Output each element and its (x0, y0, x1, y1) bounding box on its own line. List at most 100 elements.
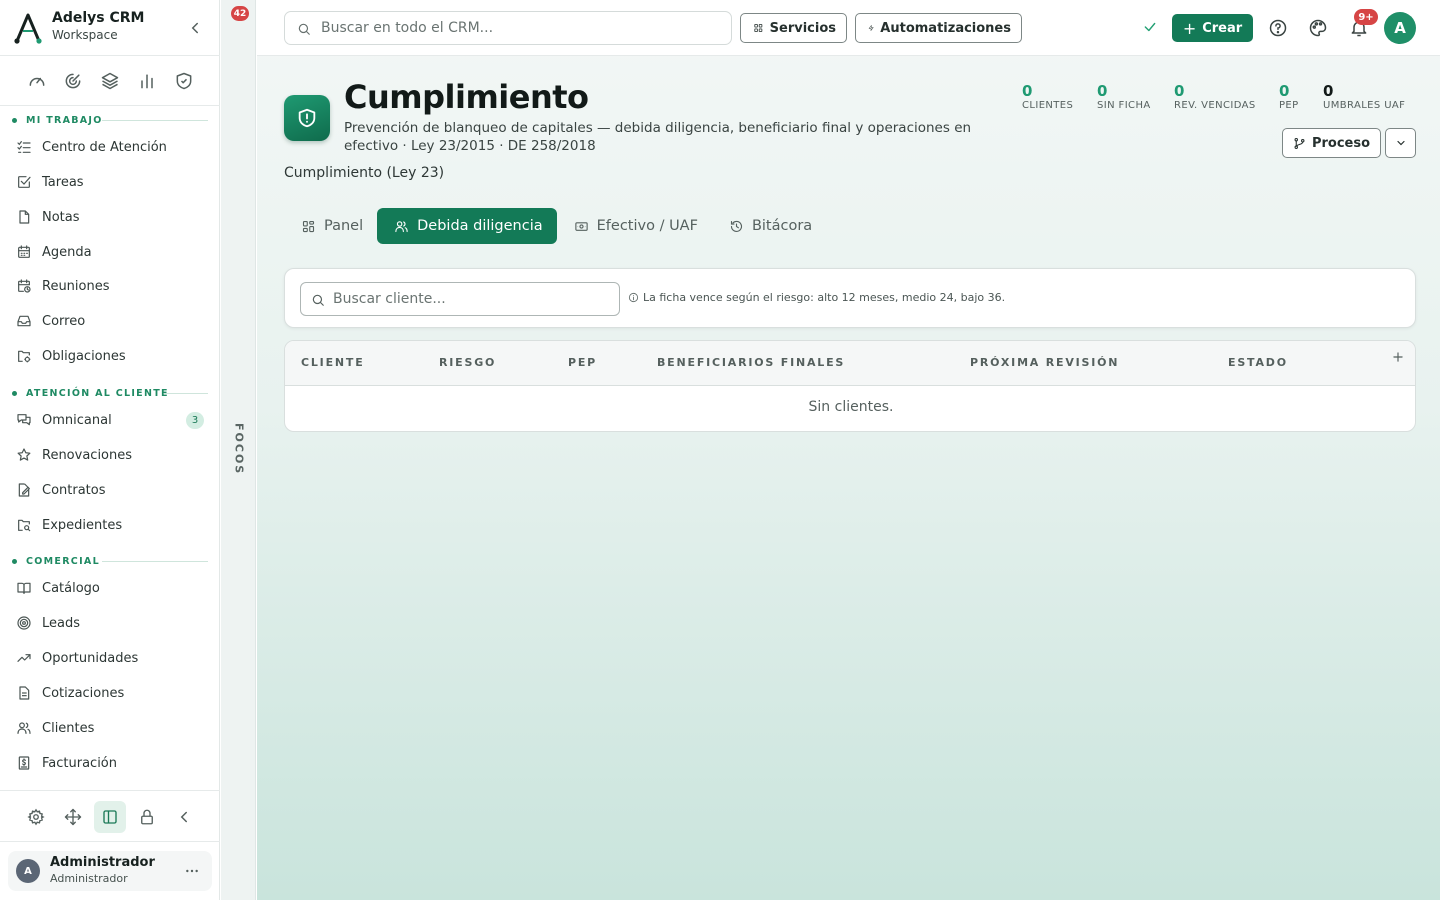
sidebar-item-oportunidades[interactable]: Oportunidades (8, 643, 212, 673)
tab-bitacora[interactable]: Bitácora (712, 208, 826, 244)
quick-access-bar (0, 56, 220, 106)
crear-button[interactable]: + Crear (1172, 14, 1253, 42)
layers-icon[interactable] (100, 71, 120, 91)
book-icon (17, 582, 31, 594)
more-options-icon[interactable] (184, 863, 200, 879)
sidebar-item-correo[interactable]: Correo (8, 306, 212, 336)
sidebar-item-expedientes[interactable]: Expedientes (8, 510, 212, 540)
global-search[interactable] (284, 11, 732, 45)
gauge-icon[interactable] (27, 71, 47, 91)
column-header-estado[interactable]: ESTADO (1228, 356, 1288, 369)
calendar-clock-icon (18, 279, 31, 293)
lock-button[interactable] (131, 801, 163, 833)
target-icon (17, 616, 31, 630)
sidebar-item-label: Contratos (42, 482, 106, 498)
sidebar-item-agenda[interactable]: Agenda (8, 237, 212, 267)
panel-layout-button[interactable] (94, 801, 126, 833)
sidebar-item-label: Omnicanal (42, 412, 112, 428)
stat-value: 0 (1097, 82, 1108, 100)
palette-icon[interactable] (1308, 18, 1328, 38)
stat-label: CLIENTES (1022, 100, 1074, 111)
section-title-comercial: COMERCIAL (12, 554, 100, 568)
sidebar-item-label: Leads (42, 615, 81, 631)
lightning-icon (868, 25, 874, 31)
sidebar-item-reuniones[interactable]: Reuniones (8, 271, 212, 301)
avatar[interactable]: A (1384, 12, 1416, 44)
sidebar-item-centro-atencion[interactable]: Centro de Atención (8, 132, 212, 162)
sidebar-item-label: Centro de Atención (42, 139, 167, 155)
sidebar-item-label: Obligaciones (42, 348, 126, 364)
sidebar-item-label: Agenda (42, 244, 92, 260)
module-icon (284, 95, 330, 141)
brand-logo-icon (14, 13, 42, 44)
sidebar-item-label: Notas (42, 209, 80, 225)
table-header: CLIENTE RIESGO PEP BENEFICIARIOS FINALES… (285, 341, 1415, 386)
brand-subtitle: Workspace (52, 28, 118, 42)
brand-header: Adelys CRM Workspace (0, 0, 220, 56)
stat-value: 0 (1022, 82, 1033, 100)
history-icon (730, 220, 742, 232)
client-search-input[interactable] (333, 283, 613, 315)
clients-table: CLIENTE RIESGO PEP BENEFICIARIOS FINALES… (284, 340, 1416, 432)
omnicanal-count-badge: 3 (186, 412, 204, 429)
search-icon (298, 23, 310, 35)
stat-label: REV. VENCIDAS (1174, 100, 1256, 111)
filter-bar: La ficha vence según el riesgo: alto 12 … (284, 268, 1416, 328)
collapse-sidebar-icon[interactable] (186, 19, 204, 37)
column-header-cliente[interactable]: CLIENTE (301, 356, 365, 369)
sidebar-item-leads[interactable]: Leads (8, 608, 212, 638)
sidebar-item-catalogo[interactable]: Catálogo (8, 573, 212, 603)
bar-chart-icon[interactable] (137, 71, 157, 91)
sidebar-item-label: Correo (42, 313, 86, 329)
servicios-button[interactable]: Servicios (740, 13, 847, 43)
chevron-left-icon (180, 811, 187, 823)
user-profile[interactable]: A Administrador Administrador (8, 851, 212, 891)
list-check-icon (17, 141, 31, 153)
sidebar-item-label: Catálogo (42, 580, 100, 596)
module-tabs: Panel Debida diligencia Efectivo / UAF B… (284, 208, 826, 244)
sidebar-item-omnicanal[interactable]: Omnicanal 3 (8, 405, 212, 435)
sidebar-item-notas[interactable]: Notas (8, 202, 212, 232)
column-header-riesgo[interactable]: RIESGO (439, 356, 496, 369)
sidebar-item-clientes[interactable]: Clientes (8, 713, 212, 743)
stat-value: 0 (1279, 82, 1290, 100)
proceso-dropdown-button[interactable] (1385, 128, 1416, 158)
sidebar-item-contratos[interactable]: Contratos (8, 475, 212, 505)
automatizaciones-button[interactable]: Automatizaciones (855, 13, 1022, 43)
search-input[interactable] (321, 12, 721, 44)
document-icon (19, 686, 30, 700)
sidebar: Adelys CRM Workspace MI TRABAJO Centro d… (0, 0, 220, 900)
settings-button[interactable] (20, 801, 52, 833)
refresh-target-icon[interactable] (63, 71, 83, 91)
tab-debida-diligencia[interactable]: Debida diligencia (377, 208, 557, 244)
sidebar-item-tareas[interactable]: Tareas (8, 167, 212, 197)
column-header-proxima-revision[interactable]: PRÓXIMA REVISIÓN (970, 356, 1119, 369)
client-search[interactable] (300, 282, 620, 316)
sidebar-item-cotizaciones[interactable]: Cotizaciones (8, 678, 212, 708)
folder-search-icon (18, 519, 31, 532)
star-icon (17, 448, 31, 461)
collapse-panel-button[interactable] (168, 801, 200, 833)
shield-check-icon[interactable] (174, 71, 194, 91)
risk-hint: La ficha vence según el riesgo: alto 12 … (628, 291, 1005, 304)
empty-state: Sin clientes. (808, 399, 894, 415)
stat-umbrales-uaf: 0 UMBRALES UAF (1323, 82, 1405, 111)
breadcrumb: Cumplimiento (Ley 23) (284, 165, 445, 181)
sidebar-item-obligaciones[interactable]: Obligaciones (8, 341, 212, 371)
git-branch-icon (1294, 137, 1305, 149)
sidebar-item-facturacion[interactable]: Facturación (8, 748, 212, 778)
focus-panel-strip[interactable]: 42 FOCOS (221, 0, 256, 900)
section-divider (102, 120, 208, 121)
column-header-pep[interactable]: PEP (568, 356, 597, 369)
column-header-beneficiarios[interactable]: BENEFICIARIOS FINALES (657, 356, 845, 369)
chevron-down-icon (1396, 140, 1405, 146)
proceso-button[interactable]: Proceso (1282, 128, 1381, 158)
move-button[interactable] (57, 801, 89, 833)
sidebar-item-label: Renovaciones (42, 447, 133, 463)
sidebar-item-renovaciones[interactable]: Renovaciones (8, 440, 212, 470)
tab-panel[interactable]: Panel (284, 208, 377, 244)
tab-efectivo-uaf[interactable]: Efectivo / UAF (557, 208, 712, 244)
section-divider (102, 561, 208, 562)
add-column-icon[interactable] (1391, 350, 1405, 364)
help-icon[interactable] (1268, 18, 1288, 38)
